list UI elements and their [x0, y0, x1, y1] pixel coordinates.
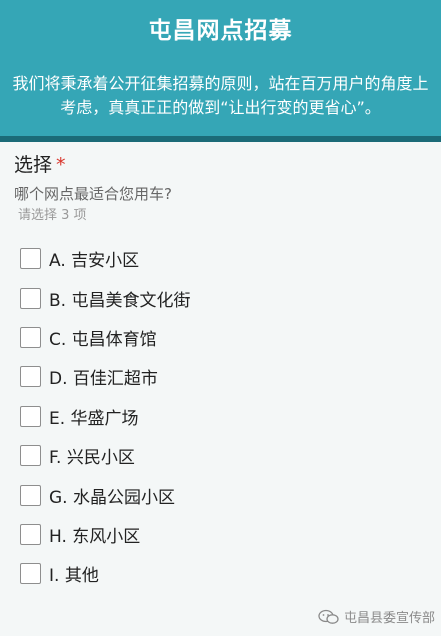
question-title: 选择 *	[14, 152, 441, 178]
option-g[interactable]: G. 水晶公园小区	[14, 475, 441, 514]
question-description: 哪个网点最适合您用车?	[14, 185, 172, 203]
option-h[interactable]: H. 东风小区	[14, 515, 441, 554]
checkbox[interactable]	[20, 445, 41, 467]
option-label: E. 华盛广场	[49, 408, 139, 429]
form-title: 屯昌网点招募	[148, 18, 293, 44]
watermark-text: 屯昌县委宣传部	[343, 611, 435, 626]
checkbox[interactable]	[20, 287, 41, 309]
option-label: I. 其他	[49, 566, 99, 587]
options-list: A. 吉安小区 B. 屯昌美食文化街 C. 屯昌体育馆 D. 百佳汇超市 E. …	[14, 239, 441, 594]
option-label: H. 东风小区	[49, 526, 141, 547]
checkbox[interactable]	[20, 405, 41, 427]
checkbox[interactable]	[20, 523, 41, 545]
form-header: 屯昌网点招募 我们将秉承着公开征集招募的原则，站在百万用户的角度上考虑，真真正正…	[0, 0, 441, 136]
option-label: G. 水晶公园小区	[49, 487, 175, 508]
option-a[interactable]: A. 吉安小区	[14, 239, 441, 278]
checkbox[interactable]	[20, 366, 41, 388]
checkbox[interactable]	[20, 484, 41, 506]
checkbox[interactable]	[20, 326, 41, 348]
question-title-text: 选择	[14, 154, 53, 176]
checkbox[interactable]	[20, 248, 41, 270]
option-label: B. 屯昌美食文化街	[49, 290, 191, 311]
question-block: 选择 * 哪个网点最适合您用车? 请选择 3 项 A. 吉安小区 B. 屯昌美食文…	[0, 142, 441, 594]
watermark: 屯昌县委宣传部	[318, 607, 435, 626]
option-label: F. 兴民小区	[49, 448, 135, 469]
option-d[interactable]: D. 百佳汇超市	[14, 357, 441, 396]
wechat-icon	[318, 609, 339, 624]
option-c[interactable]: C. 屯昌体育馆	[14, 318, 441, 357]
option-b[interactable]: B. 屯昌美食文化街	[14, 278, 441, 317]
option-label: D. 百佳汇超市	[49, 369, 158, 390]
form-description: 我们将秉承着公开征集招募的原则，站在百万用户的角度上考虑，真真正正的做到“让出行…	[12, 74, 429, 117]
option-i[interactable]: I. 其他	[14, 554, 441, 593]
option-label: C. 屯昌体育馆	[49, 329, 157, 350]
option-f[interactable]: F. 兴民小区	[14, 436, 441, 475]
checkbox[interactable]	[20, 563, 41, 585]
required-mark: *	[56, 154, 66, 176]
question-hint: 请选择 3 项	[18, 208, 87, 223]
option-e[interactable]: E. 华盛广场	[14, 397, 441, 436]
option-label: A. 吉安小区	[49, 251, 140, 272]
